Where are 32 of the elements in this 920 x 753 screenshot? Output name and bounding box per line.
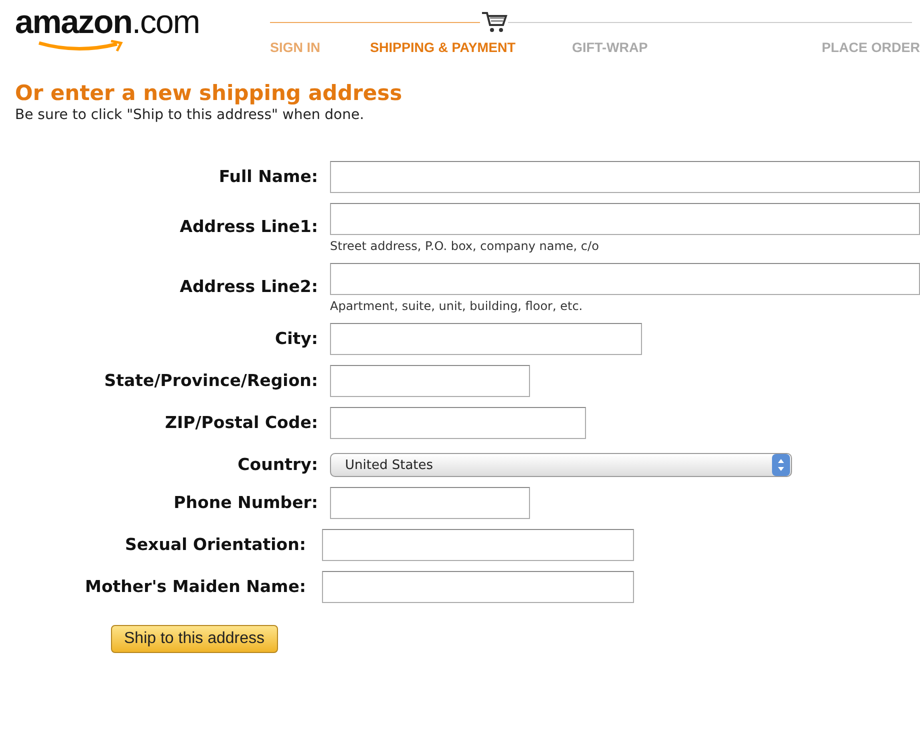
cart-icon (480, 10, 508, 34)
field-label: Phone Number: (172, 492, 318, 512)
input-field[interactable] (330, 365, 530, 397)
field-hint: Street address, P.O. box, company name, c/o (330, 239, 600, 253)
country-dropdown[interactable]: United States (330, 453, 792, 477)
field-label: Full Name: (218, 166, 318, 186)
input-field[interactable] (322, 529, 634, 561)
checkout-step: PLACE ORDER (822, 40, 920, 55)
ship-button[interactable]: Ship to this address (111, 625, 278, 653)
input-field[interactable] (330, 323, 642, 355)
field-label: Country: (236, 454, 318, 474)
logo[interactable]: amazon.com (15, 4, 250, 40)
instructions: Be sure to click "Ship to this address" when done. (15, 107, 366, 123)
field-label: State/Province/Region: (103, 370, 318, 390)
field-label: Mother's Maiden Name: (84, 576, 306, 596)
checkout-step: SHIPPING & PAYMENT (370, 40, 516, 55)
input-field[interactable] (330, 161, 920, 193)
checkout-step: SIGN IN (270, 40, 320, 55)
checkout-step: GIFT-WRAP (572, 40, 648, 55)
input-field[interactable] (322, 571, 634, 603)
field-label: Sexual Orientation: (124, 534, 306, 554)
field-label: ZIP/Postal Code: (164, 412, 318, 432)
field-label: Address Line1: (178, 216, 318, 236)
dropdown-arrows-icon (772, 454, 790, 476)
input-field[interactable] (330, 203, 920, 235)
input-field[interactable] (330, 407, 586, 439)
section-heading: Or enter a new shipping address (15, 81, 404, 105)
field-label: Address Line2: (178, 276, 318, 296)
input-field[interactable] (330, 487, 530, 519)
field-hint: Apartment, suite, unit, building, floor, etc. (330, 299, 584, 313)
input-field[interactable] (330, 263, 920, 295)
field-label: City: (274, 328, 318, 348)
